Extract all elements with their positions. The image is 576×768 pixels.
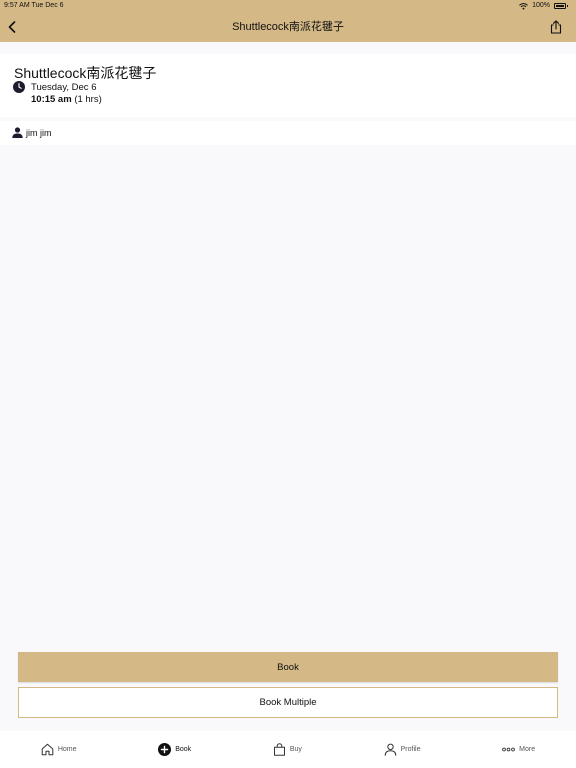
- event-title: Shuttlecock南派花毽子: [14, 65, 157, 81]
- book-multiple-button[interactable]: Book Multiple: [18, 687, 558, 718]
- app-header: 9:57 AM Tue Dec 6 100% Shuttlecock南派花毽子: [0, 0, 576, 42]
- instructor-name: jim jim: [26, 128, 52, 138]
- instructor-row: jim jim: [0, 121, 576, 145]
- bottom-tab-bar: Home Book Buy Profile More: [0, 731, 576, 768]
- tab-more-label: More: [519, 746, 536, 753]
- more-dots-icon: [502, 747, 516, 752]
- person-outline-icon: [384, 743, 396, 756]
- tab-buy[interactable]: Buy: [273, 740, 302, 760]
- tab-home[interactable]: Home: [41, 740, 77, 760]
- tab-profile-label: Profile: [400, 746, 421, 753]
- event-time-row: 10:15 am (1 hrs): [31, 94, 102, 106]
- tab-more[interactable]: More: [502, 740, 535, 760]
- plus-circle-icon: [158, 743, 172, 756]
- nav-bar: Shuttlecock南派花毽子: [0, 14, 576, 40]
- share-icon: [550, 20, 562, 34]
- clock-icon: [13, 81, 25, 93]
- tab-book[interactable]: Book: [158, 740, 191, 760]
- tab-book-label: Book: [175, 746, 192, 753]
- person-icon: [12, 127, 23, 138]
- tab-profile[interactable]: Profile: [384, 740, 421, 760]
- wifi-icon: [519, 2, 528, 9]
- battery-percent: 100%: [532, 2, 550, 9]
- status-indicators: 100%: [519, 0, 568, 12]
- status-bar: 9:57 AM Tue Dec 6 100%: [0, 0, 576, 12]
- home-icon: [41, 743, 54, 756]
- event-time: 10:15 am: [31, 94, 72, 105]
- status-time-date: 9:57 AM Tue Dec 6: [4, 2, 64, 9]
- battery-icon: [554, 3, 568, 9]
- event-details-card: Shuttlecock南派花毽子 Tuesday, Dec 6 10:15 am…: [0, 54, 576, 117]
- share-button[interactable]: [548, 18, 564, 36]
- book-button[interactable]: Book: [18, 652, 558, 682]
- event-date: Tuesday, Dec 6: [31, 82, 97, 93]
- tab-buy-label: Buy: [289, 746, 302, 753]
- page-title: Shuttlecock南派花毽子: [232, 21, 344, 33]
- tab-home-label: Home: [57, 746, 77, 753]
- shopping-bag-icon: [273, 743, 285, 756]
- event-duration: (1 hrs): [74, 94, 102, 105]
